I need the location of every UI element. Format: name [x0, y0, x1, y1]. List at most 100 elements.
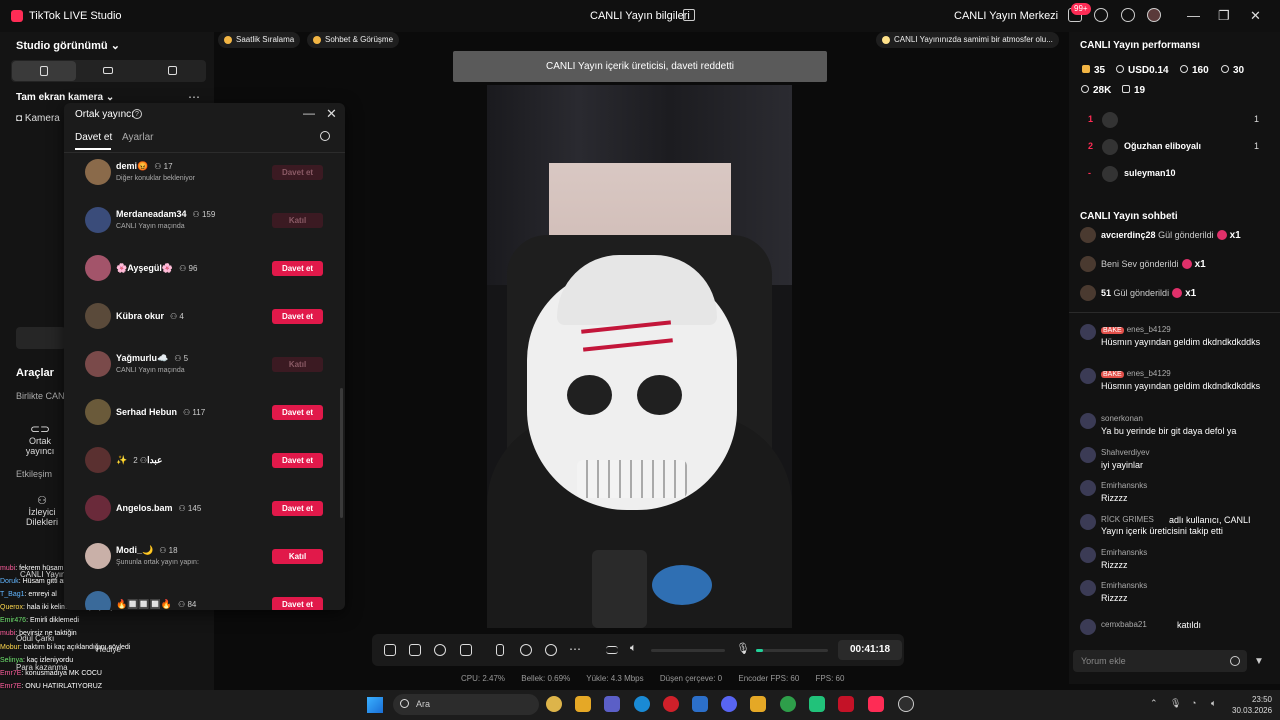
chat-message[interactable]: Emirhansnks Rizzzz: [1080, 480, 1270, 512]
file-explorer-icon[interactable]: [575, 696, 591, 712]
avatar[interactable]: [1080, 514, 1096, 530]
chat-message[interactable]: cemxbaba21 katıldı: [1080, 619, 1270, 651]
avatar[interactable]: [1080, 580, 1096, 596]
taskbar-clock[interactable]: 23:50 30.03.2026: [1232, 694, 1272, 716]
avatar[interactable]: [1080, 413, 1096, 429]
cohost-list-item[interactable]: 🔥🔲🔲🔲🔥 ⚇ 84 Davet et: [64, 587, 345, 610]
ranking-row[interactable]: 11: [1080, 110, 1270, 130]
live-info-title[interactable]: CANLI Yayın bilgileri: [590, 10, 690, 22]
tray-chevron-icon[interactable]: ⌃: [1150, 698, 1158, 709]
share-icon[interactable]: [683, 9, 695, 21]
ranking-row[interactable]: - suleyman10: [1080, 164, 1270, 184]
chrome-icon[interactable]: [546, 696, 562, 712]
store-icon[interactable]: [692, 696, 708, 712]
live-video-preview[interactable]: [487, 85, 792, 628]
avatar[interactable]: [85, 447, 111, 473]
join-button[interactable]: Katıl: [272, 213, 323, 228]
opera-icon[interactable]: [663, 696, 679, 712]
minimize-button[interactable]: —: [1187, 8, 1200, 23]
avatar[interactable]: [1147, 8, 1161, 22]
avatar[interactable]: [85, 159, 111, 185]
avatar[interactable]: [1080, 227, 1096, 243]
avatar[interactable]: [85, 399, 111, 425]
magic-wand-icon[interactable]: [384, 644, 396, 656]
landscape-icon[interactable]: [103, 67, 113, 74]
emoji-icon[interactable]: [1230, 656, 1240, 666]
edge-icon[interactable]: [634, 696, 650, 712]
popup-close-button[interactable]: ✕: [326, 106, 337, 122]
avatar[interactable]: [1080, 619, 1096, 635]
chat-username[interactable]: enes_b4129: [1127, 325, 1171, 334]
fullscreen-camera-dropdown[interactable]: Tam ekran kamera ⌄: [16, 92, 114, 103]
avatar[interactable]: [85, 303, 111, 329]
camera-target-icon[interactable]: [545, 644, 557, 656]
more-options-icon[interactable]: ⋯: [188, 90, 200, 104]
chat-username[interactable]: Shahverdiyev: [1101, 448, 1149, 457]
close-button[interactable]: ✕: [1250, 8, 1261, 24]
cohost-list-item[interactable]: ✨عبدا⚇ 2 Davet et: [64, 443, 345, 491]
add-source-button[interactable]: [16, 327, 66, 349]
send-icon[interactable]: ▼: [1254, 656, 1264, 667]
tab-invite[interactable]: Davet et: [75, 132, 112, 143]
gift-user[interactable]: avcıerdinç28: [1101, 230, 1156, 240]
invite-button[interactable]: Davet et: [272, 405, 323, 420]
dual-layout-icon[interactable]: [168, 66, 177, 75]
help-icon[interactable]: ?: [132, 109, 142, 119]
avatar[interactable]: [1080, 256, 1096, 272]
tip-pill[interactable]: CANLI Yayınınızda samimi bir atmosfer ol…: [876, 32, 1059, 48]
chat-message[interactable]: BAKE enes_b4129 Hüsmın yayından geldim dkd…: [1080, 324, 1270, 356]
tray-mic-icon[interactable]: 🎙︎: [1170, 698, 1181, 709]
media-player-icon[interactable]: [838, 696, 854, 712]
phone-icon[interactable]: [496, 644, 504, 656]
obs-icon[interactable]: [898, 696, 914, 712]
invite-button[interactable]: Davet et: [272, 453, 323, 468]
cohost-list-item[interactable]: Merdaneadam34 ⚇ 159 CANLI Yayın maçında Kat…: [64, 203, 345, 251]
taskbar-search[interactable]: [393, 694, 539, 715]
wifi-icon[interactable]: ◔: [1191, 698, 1196, 708]
cohost-list-item[interactable]: Kübra okur ⚇ 4 Davet et: [64, 299, 345, 347]
cohost-list-item[interactable]: 🌸Ayşegül🌸 ⚇ 96 Davet et: [64, 251, 345, 299]
cohost-tool-button[interactable]: ⊂⊃ Ortak yayıncı: [14, 422, 66, 456]
maximize-button[interactable]: ❐: [1218, 8, 1230, 24]
studio-view-dropdown[interactable]: Studio görünümü ⌄: [16, 39, 120, 52]
chat-call-pill[interactable]: Sohbet & Görüşme: [307, 32, 400, 48]
join-button[interactable]: Katıl: [272, 357, 323, 372]
avatar[interactable]: [85, 543, 111, 569]
help-icon[interactable]: [1094, 8, 1108, 22]
app-green-icon[interactable]: [809, 696, 825, 712]
join-button[interactable]: Katıl: [272, 549, 323, 564]
cohost-list-item[interactable]: Yağmurlu☁️ ⚇ 5 CANLI Yayın maçında Katıl: [64, 347, 345, 395]
discord-icon[interactable]: [721, 696, 737, 712]
teams-icon[interactable]: [604, 696, 620, 712]
chat-username[interactable]: Emirhansnks: [1101, 581, 1147, 590]
mic-level-slider[interactable]: [756, 649, 828, 652]
tab-settings[interactable]: Ayarlar: [122, 132, 154, 143]
avatar[interactable]: [1080, 324, 1096, 340]
cohost-list-item[interactable]: Modi_🌙 ⚇ 18 Şununla ortak yayın yapın: Katı…: [64, 539, 345, 587]
invite-button[interactable]: Davet et: [272, 165, 323, 180]
chat-username[interactable]: enes_b4129: [1127, 369, 1171, 378]
windows-start-icon[interactable]: [367, 697, 383, 713]
gift-user[interactable]: 51: [1101, 288, 1111, 298]
cohost-list-item[interactable]: Serhad Hebun ⚇ 117 Davet et: [64, 395, 345, 443]
chrome-alt-icon[interactable]: [780, 696, 796, 712]
avatar[interactable]: [85, 495, 111, 521]
chat-message[interactable]: BAKE enes_b4129 Hüsmın yayından geldim dkd…: [1080, 368, 1270, 400]
avatar[interactable]: [1080, 480, 1096, 496]
chat-username[interactable]: Emirhansnks: [1101, 481, 1147, 490]
avatar[interactable]: [1080, 285, 1096, 301]
search-icon[interactable]: [320, 131, 330, 141]
gear-icon[interactable]: [1121, 8, 1135, 22]
chat-message[interactable]: RİCK GRIMES adlı kullanıcı, CANLI Yayın i…: [1080, 514, 1270, 546]
ai-icon[interactable]: [434, 644, 446, 656]
sliders-icon[interactable]: [606, 646, 618, 654]
cohost-list-item[interactable]: demi😡 ⚇ 17 Diğer konuklar bekleniyor Davet …: [64, 155, 345, 203]
invite-button[interactable]: Davet et: [272, 261, 323, 276]
live-center-button[interactable]: CANLI Yayın Merkezi: [954, 10, 1058, 22]
scrollbar[interactable]: [340, 388, 343, 518]
avatar[interactable]: [85, 591, 111, 610]
record-icon[interactable]: [520, 644, 532, 656]
invite-button[interactable]: Davet et: [272, 501, 323, 516]
popup-minimize-button[interactable]: —: [303, 106, 315, 120]
chat-message[interactable]: Emirhansnks Rizzzz: [1080, 547, 1270, 579]
